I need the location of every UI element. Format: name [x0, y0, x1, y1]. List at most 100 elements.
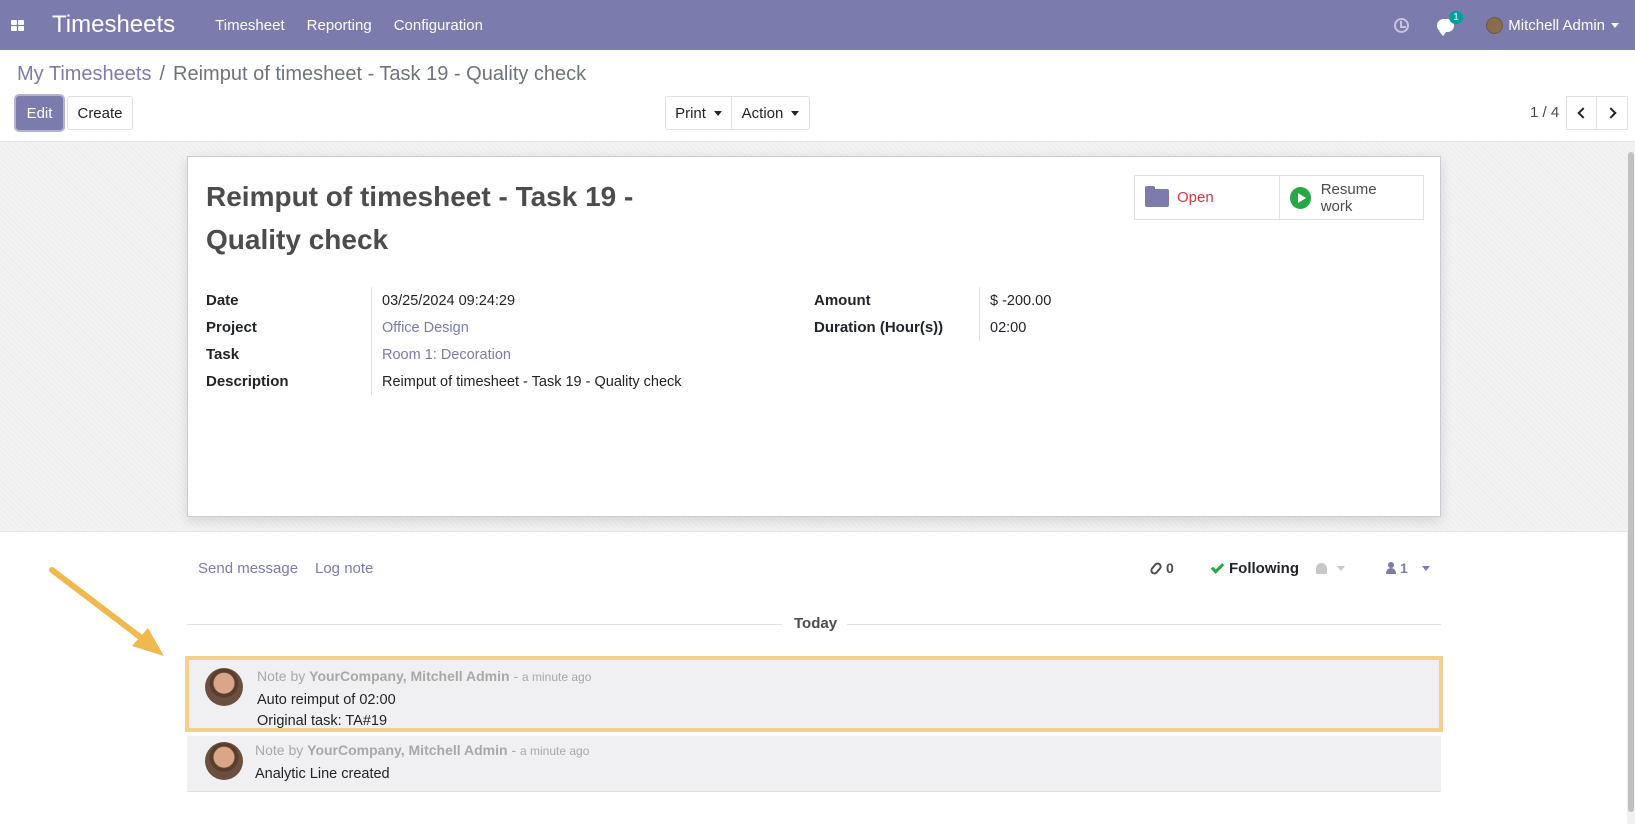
app-title[interactable]: Timesheets: [52, 11, 175, 39]
chevron-right-icon: [1604, 107, 1617, 119]
message-line: Auto reimput of 02:00: [257, 692, 396, 708]
message-header: Note by YourCompany, Mitchell Admin - a …: [255, 742, 589, 758]
pager-buttons: [1566, 96, 1628, 130]
message-line: Original task: TA#19: [257, 713, 388, 729]
play-icon: [1290, 186, 1311, 209]
field-date: Date 03/25/2024 09:24:29: [206, 287, 791, 314]
message-body: Analytic Line created: [255, 764, 390, 785]
attachments-button[interactable]: 0: [1148, 560, 1174, 576]
following-label: Following: [1229, 560, 1299, 577]
chatter-message: Note by YourCompany, Mitchell Admin - a …: [187, 736, 1441, 792]
open-label: Open: [1177, 189, 1214, 206]
user-icon: [1386, 562, 1396, 574]
top-navbar: Timesheets Timesheet Reporting Configura…: [0, 0, 1635, 50]
project-link[interactable]: Office Design: [371, 314, 791, 341]
field-description: Description Reimput of timesheet - Task …: [206, 368, 791, 395]
left-field-group: Date 03/25/2024 09:24:29 Project Office …: [206, 287, 791, 395]
menu-reporting[interactable]: Reporting: [307, 17, 372, 34]
field-label: Duration (Hour(s)): [814, 319, 944, 336]
chevron-left-icon: [1577, 107, 1589, 119]
field-project: Project Office Design: [206, 314, 791, 341]
field-task: Task Room 1: Decoration: [206, 341, 791, 368]
annotation-arrow-icon: [49, 567, 164, 656]
message-dash: -: [511, 742, 517, 758]
avatar[interactable]: [205, 742, 243, 780]
pager-previous-button[interactable]: [1566, 96, 1597, 130]
chat-badge: 1: [1449, 10, 1463, 24]
form-sheet: Reimput of timesheet - Task 19 - Quality…: [187, 156, 1441, 517]
paperclip-icon: [1148, 560, 1164, 576]
user-caret-icon[interactable]: [1611, 22, 1619, 28]
apps-menu-icon[interactable]: [0, 0, 34, 50]
message-type: Note by: [255, 742, 304, 758]
message-line: Analytic Line created: [255, 766, 390, 782]
print-action-group: Print Action: [665, 96, 810, 130]
menu-timesheet[interactable]: Timesheet: [215, 17, 284, 34]
action-label: Action: [741, 104, 784, 122]
avatar[interactable]: [205, 668, 243, 706]
message-body: Auto reimput of 02:00 Original task: TA#…: [257, 690, 396, 732]
action-dropdown[interactable]: Action: [732, 96, 810, 130]
field-label: Project: [206, 319, 257, 336]
breadcrumb-current: Reimput of timesheet - Task 19 - Quality…: [173, 63, 587, 85]
edit-button[interactable]: Edit: [16, 96, 63, 130]
scrollbar[interactable]: [1627, 150, 1635, 824]
breadcrumb: My Timesheets / Reimput of timesheet - T…: [17, 63, 586, 86]
breadcrumb-parent[interactable]: My Timesheets: [17, 63, 151, 86]
following-button[interactable]: Following: [1210, 559, 1345, 577]
activity-clock-icon[interactable]: [1394, 17, 1410, 33]
log-note-button[interactable]: Log note: [315, 560, 373, 577]
messaging-menu[interactable]: 1: [1437, 10, 1463, 36]
followers-button[interactable]: 1: [1386, 560, 1430, 576]
pager-next-button[interactable]: [1597, 96, 1628, 130]
field-value: Reimput of timesheet - Task 19 - Quality…: [371, 368, 791, 395]
field-value: 02:00: [979, 314, 1179, 341]
attachments-count: 0: [1166, 560, 1174, 576]
create-button[interactable]: Create: [67, 96, 133, 130]
field-value: $ -200.00: [979, 287, 1179, 314]
field-value: 03/25/2024 09:24:29: [371, 287, 791, 314]
field-duration: Duration (Hour(s)) 02:00: [814, 314, 1179, 341]
pager-value[interactable]: 1 / 4: [1530, 104, 1559, 121]
record-title: Reimput of timesheet - Task 19 - Quality…: [206, 181, 634, 255]
followers-count: 1: [1400, 560, 1408, 576]
chatter-message: Note by YourCompany, Mitchell Admin - a …: [185, 656, 1443, 732]
right-field-group: Amount $ -200.00 Duration (Hour(s)) 02:0…: [814, 287, 1179, 341]
print-dropdown[interactable]: Print: [665, 96, 732, 130]
field-label: Amount: [814, 292, 871, 309]
print-label: Print: [675, 104, 706, 122]
smart-buttons: Open Resume work: [1134, 175, 1424, 220]
user-menu[interactable]: Mitchell Admin: [1508, 17, 1605, 34]
message-author[interactable]: YourCompany, Mitchell Admin: [309, 668, 509, 684]
resume-work-label: Resume work: [1320, 180, 1377, 215]
menu-configuration[interactable]: Configuration: [394, 17, 483, 34]
field-label: Description: [206, 373, 289, 390]
task-link[interactable]: Room 1: Decoration: [371, 341, 791, 368]
scrollbar-thumb[interactable]: [1628, 152, 1634, 812]
date-separator: Today: [187, 614, 1441, 634]
field-label: Task: [206, 346, 240, 363]
message-time: a minute ago: [520, 744, 590, 758]
message-time: a minute ago: [522, 670, 592, 684]
resume-work-button[interactable]: Resume work: [1279, 176, 1423, 219]
message-type: Note by: [257, 668, 306, 684]
date-separator-label: Today: [794, 615, 838, 632]
message-header: Note by YourCompany, Mitchell Admin - a …: [257, 668, 591, 684]
check-icon: [1210, 559, 1225, 574]
divider: [187, 624, 782, 625]
caret-down-icon: [713, 110, 722, 116]
folder-icon: [1145, 185, 1169, 207]
open-button[interactable]: Open: [1135, 176, 1279, 219]
caret-down-icon: [1421, 565, 1430, 571]
send-message-button[interactable]: Send message: [198, 560, 298, 577]
field-amount: Amount $ -200.00: [814, 287, 1179, 314]
caret-down-icon: [791, 110, 800, 116]
bell-icon[interactable]: [1315, 563, 1327, 574]
chatter-topbar: Send message Log note 0 Following 1: [198, 559, 1438, 584]
message-dash: -: [513, 668, 519, 684]
divider: [847, 624, 1441, 625]
message-author[interactable]: YourCompany, Mitchell Admin: [307, 742, 507, 758]
caret-down-icon[interactable]: [1336, 566, 1345, 571]
user-avatar[interactable]: [1486, 16, 1504, 34]
breadcrumb-separator: /: [159, 63, 166, 85]
